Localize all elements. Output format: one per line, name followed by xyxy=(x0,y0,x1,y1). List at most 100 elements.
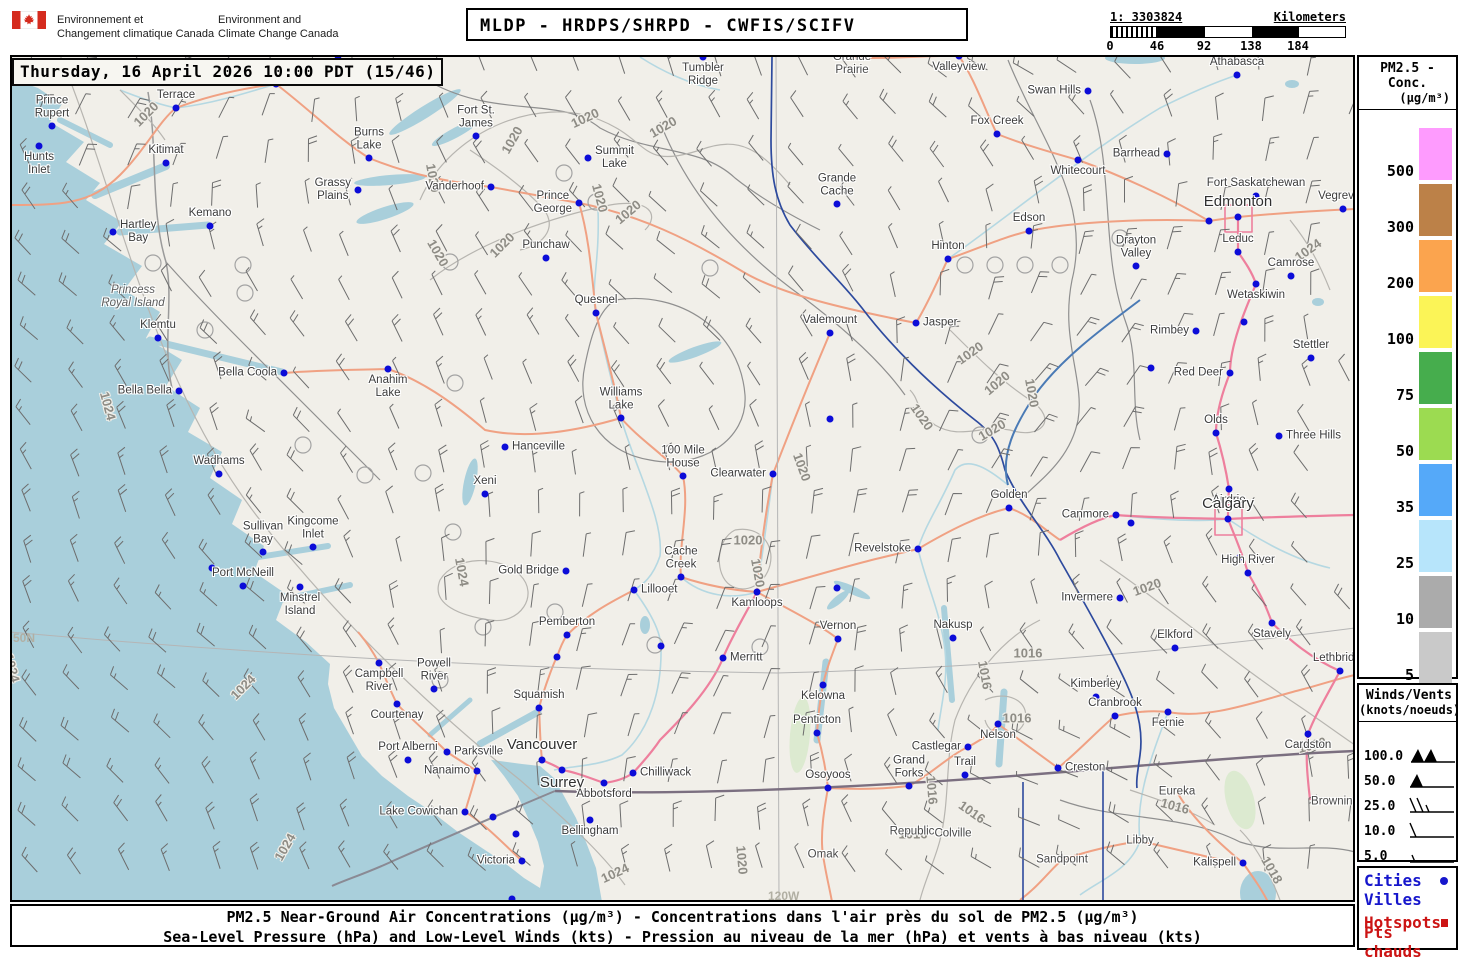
city-dot xyxy=(630,586,638,594)
pm25-legend: PM2.5 - Conc. (µg/m³) 500 300 200 100 75 50 35… xyxy=(1357,55,1458,684)
place-label: Colville xyxy=(934,827,972,840)
city-dot xyxy=(824,784,832,792)
city-dot xyxy=(834,635,842,643)
pm25-swatch-row: 35 xyxy=(1359,460,1456,516)
city-label: Canmore xyxy=(1061,508,1109,521)
city-dot xyxy=(1224,515,1232,523)
city-label: Summit Lake xyxy=(595,145,634,170)
pm25-threshold-label: 100 xyxy=(1386,330,1414,348)
city-label: Vernon xyxy=(819,620,857,633)
city-label: Nelson xyxy=(980,729,1016,741)
city-label: Whitecourt xyxy=(1050,165,1106,177)
scale-seg-black xyxy=(1158,27,1205,37)
city-dot xyxy=(575,199,583,207)
city-label: High River xyxy=(1221,554,1275,567)
city-dot xyxy=(365,154,373,162)
city-label: Kitimat xyxy=(148,144,184,157)
city-label: Jasper xyxy=(923,316,958,329)
city-dot xyxy=(461,808,469,816)
city-label: Xeni xyxy=(473,475,497,488)
graticule-label: 120W xyxy=(768,889,800,902)
city-label: Revelstoke xyxy=(854,542,911,555)
wind-speed-label: 5.0 xyxy=(1364,849,1388,864)
city-label: Bellingham xyxy=(561,825,619,837)
city-label: Camrose xyxy=(1267,257,1315,270)
city-dot xyxy=(1336,667,1344,675)
dept-name-french: Environnement et Changement climatique C… xyxy=(57,14,215,40)
pm25-color-swatch xyxy=(1419,352,1452,404)
city-label: Pemberton xyxy=(538,616,596,629)
wind-speed-row: 10.0 xyxy=(1359,819,1456,844)
cities-label-en: Cities xyxy=(1364,871,1422,890)
city-dot xyxy=(826,415,834,423)
city-label: Lethbridge xyxy=(1312,652,1355,665)
city-dot xyxy=(393,700,401,708)
city-dot xyxy=(1054,764,1062,772)
city-label: Edmonton xyxy=(1203,193,1273,211)
city-label: Fernie xyxy=(1151,717,1185,729)
city-dot xyxy=(819,681,827,689)
city-label: Klemtu xyxy=(140,319,176,332)
caption-line2: Sea-Level Pressure (hPa) and Low-Level W… xyxy=(163,928,1202,946)
city-dot xyxy=(1164,708,1172,716)
place-label: Libby xyxy=(1126,834,1154,847)
city-dot xyxy=(375,659,383,667)
scale-ticks: 0 46 92 138 184 xyxy=(1106,38,1346,53)
pm25-swatch-row: 25 xyxy=(1359,516,1456,572)
wind-speed-label: 50.0 xyxy=(1364,774,1396,789)
city-dot xyxy=(206,222,214,230)
city-dot xyxy=(905,782,913,790)
city-dot xyxy=(443,748,451,756)
pm25-threshold-label: 75 xyxy=(1395,386,1414,404)
city-label: Valemount xyxy=(802,314,858,327)
pm25-swatch-row: 5 xyxy=(1359,628,1456,684)
city-label: Stettler xyxy=(1292,339,1330,352)
city-label: Vanderhoof xyxy=(425,180,484,193)
city-label: Stavely xyxy=(1253,628,1291,640)
city-label: Fox Creek xyxy=(970,115,1024,128)
city-label: Tumbler Ridge xyxy=(682,62,724,87)
scale-tick-label: 46 xyxy=(1149,39,1165,53)
city-dot xyxy=(430,685,438,693)
city-label: Chilliwack xyxy=(640,766,692,779)
city-dot xyxy=(354,186,362,194)
pm25-threshold-label: 25 xyxy=(1395,554,1414,572)
city-label: Calgary xyxy=(1202,495,1254,513)
winds-legend-title: Winds/Vents xyxy=(1365,688,1452,703)
city-dot xyxy=(1339,205,1347,213)
city-dot xyxy=(813,729,821,737)
wind-barb-icon xyxy=(1409,822,1455,838)
city-marker-icon xyxy=(1440,876,1448,885)
city-dot xyxy=(1147,364,1155,372)
wind-speed-row: 25.0 xyxy=(1359,794,1456,819)
pm25-color-swatch xyxy=(1419,520,1452,572)
city-label: Trail xyxy=(954,756,976,769)
city-label: Cardston xyxy=(1284,739,1332,751)
city-dot xyxy=(1163,150,1171,158)
city-dot xyxy=(1116,594,1124,602)
isobar-label: 1016 xyxy=(923,774,941,806)
city-label: Hinton xyxy=(931,240,965,253)
city-dot xyxy=(584,154,592,162)
city-dot xyxy=(1226,369,1234,377)
scale-seg-white xyxy=(1205,27,1252,37)
city-label: Clearwater xyxy=(710,467,766,480)
scale-seg-black xyxy=(1252,27,1299,37)
city-dot xyxy=(600,779,608,787)
city-label: Olds xyxy=(1204,414,1228,427)
pm25-threshold-label: 500 xyxy=(1386,162,1414,180)
city-dot xyxy=(1025,227,1033,235)
wind-barb-icon xyxy=(1410,773,1455,788)
city-label: Fort St. James xyxy=(457,104,495,130)
pm25-swatch-row: 10 xyxy=(1359,572,1456,628)
city-dot xyxy=(1304,730,1312,738)
city-label: Sullivan Bay xyxy=(242,520,284,546)
city-label: Barrhead xyxy=(1112,147,1160,160)
city-dot xyxy=(833,584,841,592)
city-dot xyxy=(1252,280,1260,288)
city-label: Kalispell xyxy=(1193,856,1236,869)
city-dot xyxy=(487,183,495,191)
pm25-color-swatch xyxy=(1419,408,1452,460)
place-label: Republic xyxy=(889,825,935,838)
city-dot xyxy=(384,365,392,373)
